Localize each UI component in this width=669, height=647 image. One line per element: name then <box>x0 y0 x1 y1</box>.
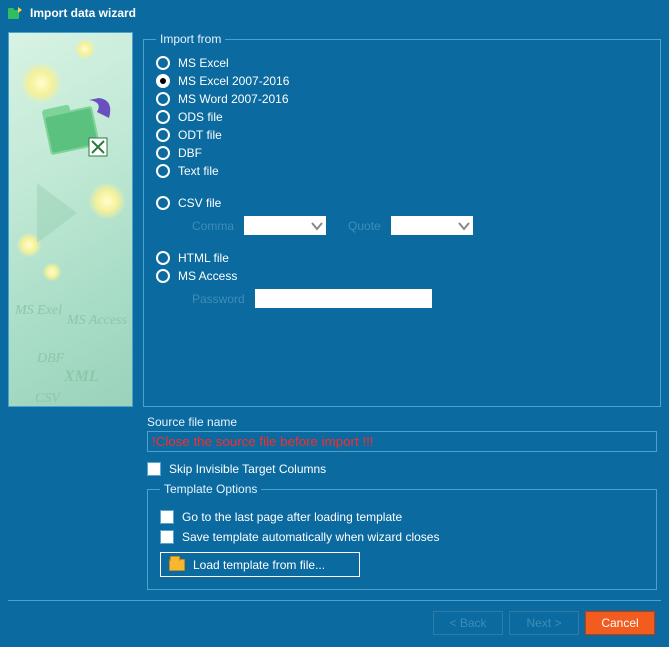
radio-icon <box>156 269 170 283</box>
csv-comma-label: Comma <box>192 219 234 233</box>
radio-label: MS Word 2007-2016 <box>178 92 289 106</box>
radio-icon <box>156 164 170 178</box>
radio-label: ODS file <box>178 110 223 124</box>
button-label: Load template from file... <box>193 558 325 572</box>
radio-icon <box>156 74 170 88</box>
radio-icon <box>156 196 170 210</box>
access-password-input[interactable] <box>255 289 432 308</box>
csv-quote-select[interactable] <box>391 216 473 235</box>
chevron-down-icon <box>457 219 471 233</box>
source-file-label: Source file name <box>147 415 657 429</box>
radio-label: MS Excel 2007-2016 <box>178 74 289 88</box>
radio-label: ODT file <box>178 128 222 142</box>
template-options-group: Template Options Go to the last page aft… <box>147 482 657 590</box>
button-label: Next > <box>526 616 561 630</box>
radio-ms-word-2007-2016[interactable]: MS Word 2007-2016 <box>156 90 648 108</box>
radio-odt-file[interactable]: ODT file <box>156 126 648 144</box>
csv-options-row: Comma Quote <box>156 216 648 235</box>
checkbox-icon <box>147 462 161 476</box>
wizard-side-image: MS Exel MS Access DBF XML CSV <box>8 32 133 407</box>
radio-label: HTML file <box>178 251 229 265</box>
radio-icon <box>156 110 170 124</box>
import-from-group: Import from MS Excel MS Excel 2007-2016 … <box>143 32 661 407</box>
csv-quote-label: Quote <box>348 219 381 233</box>
radio-icon <box>156 128 170 142</box>
radio-label: DBF <box>178 146 202 160</box>
skip-invisible-checkbox[interactable]: Skip Invisible Target Columns <box>147 462 657 476</box>
checkbox-label: Go to the last page after loading templa… <box>182 510 402 524</box>
radio-label: CSV file <box>178 196 221 210</box>
radio-icon <box>156 92 170 106</box>
titlebar: Import data wizard <box>0 0 669 26</box>
radio-html-file[interactable]: HTML file <box>156 249 648 267</box>
checkbox-icon <box>160 530 174 544</box>
radio-icon <box>156 56 170 70</box>
radio-icon <box>156 146 170 160</box>
template-options-legend: Template Options <box>160 482 261 496</box>
access-password-row: Password <box>156 289 648 308</box>
checkbox-label: Save template automatically when wizard … <box>182 530 439 544</box>
cancel-button[interactable]: Cancel <box>585 611 655 635</box>
load-template-button[interactable]: Load template from file... <box>160 552 360 577</box>
checkbox-label: Skip Invisible Target Columns <box>169 462 326 476</box>
save-template-auto-checkbox[interactable]: Save template automatically when wizard … <box>160 530 644 544</box>
radio-text-file[interactable]: Text file <box>156 162 648 180</box>
app-icon <box>6 4 24 22</box>
footer-buttons: < Back Next > Cancel <box>8 601 661 645</box>
radio-label: Text file <box>178 164 219 178</box>
chevron-down-icon <box>310 219 324 233</box>
access-password-label: Password <box>192 292 245 306</box>
goto-last-page-checkbox[interactable]: Go to the last page after loading templa… <box>160 510 644 524</box>
checkbox-icon <box>160 510 174 524</box>
radio-dbf[interactable]: DBF <box>156 144 648 162</box>
radio-ods-file[interactable]: ODS file <box>156 108 648 126</box>
import-from-legend: Import from <box>156 32 225 46</box>
window-title: Import data wizard <box>30 6 136 20</box>
radio-icon <box>156 251 170 265</box>
radio-csv-file[interactable]: CSV file <box>156 194 648 212</box>
radio-label: MS Access <box>178 269 237 283</box>
next-button: Next > <box>509 611 579 635</box>
source-file-input[interactable] <box>147 431 657 452</box>
back-button: < Back <box>433 611 503 635</box>
radio-label: MS Excel <box>178 56 229 70</box>
folder-icon <box>169 559 185 571</box>
button-label: Cancel <box>601 616 638 630</box>
radio-ms-excel[interactable]: MS Excel <box>156 54 648 72</box>
csv-comma-select[interactable] <box>244 216 326 235</box>
radio-ms-excel-2007-2016[interactable]: MS Excel 2007-2016 <box>156 72 648 90</box>
button-label: < Back <box>449 616 486 630</box>
radio-ms-access[interactable]: MS Access <box>156 267 648 285</box>
